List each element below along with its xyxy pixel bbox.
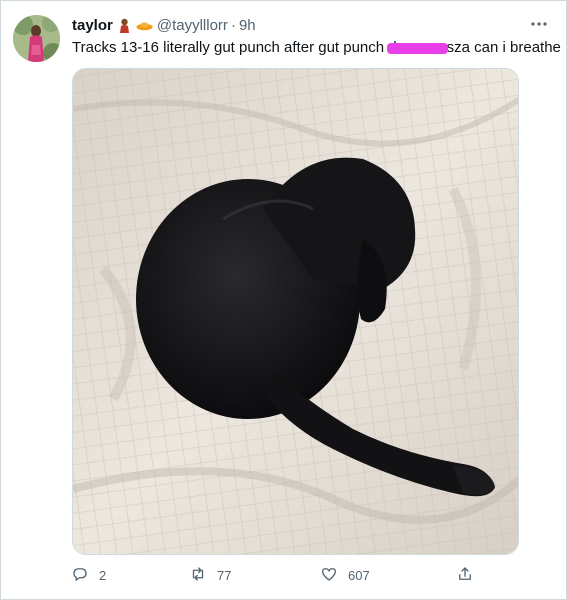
like-count: 607 — [348, 567, 370, 583]
redacted-text: d​ — [387, 39, 449, 56]
reply-button[interactable]: 2 — [71, 563, 106, 587]
heart-icon — [320, 565, 338, 586]
woman-emoji-icon — [116, 17, 133, 34]
reply-count: 2 — [99, 567, 107, 583]
share-button[interactable] — [456, 563, 474, 587]
author-name[interactable]: taylor — [72, 17, 113, 34]
retweet-count: 77 — [217, 567, 232, 583]
share-icon — [456, 565, 474, 586]
tweet-text-start: Tracks 13-16 literally gut punch after g… — [72, 39, 389, 56]
author-handle[interactable]: @tayylllorr — [157, 17, 228, 34]
tweet-card: taylor @tayylllorr · 9h Tracks 13-16 lit… — [0, 0, 567, 600]
tweet-text: Tracks 13-16 literally gut punch after g… — [72, 38, 561, 58]
tweet-actions: 2 77 607 — [63, 563, 483, 587]
like-button[interactable]: 607 — [320, 563, 370, 587]
tweet-text-end: sza can i breathe — [446, 39, 561, 56]
retweet-button[interactable]: 77 — [189, 563, 231, 587]
author-avatar[interactable] — [13, 15, 60, 62]
reply-icon — [71, 565, 89, 586]
header-separator: · — [230, 16, 236, 34]
tweet-header: taylor @tayylllorr · 9h — [72, 15, 256, 35]
flying-saucer-icon — [136, 17, 153, 34]
retweet-icon — [189, 565, 207, 586]
more-icon[interactable] — [528, 13, 550, 35]
tweet-timestamp[interactable]: 9h — [239, 17, 256, 34]
tweet-media-photo[interactable] — [72, 68, 519, 555]
